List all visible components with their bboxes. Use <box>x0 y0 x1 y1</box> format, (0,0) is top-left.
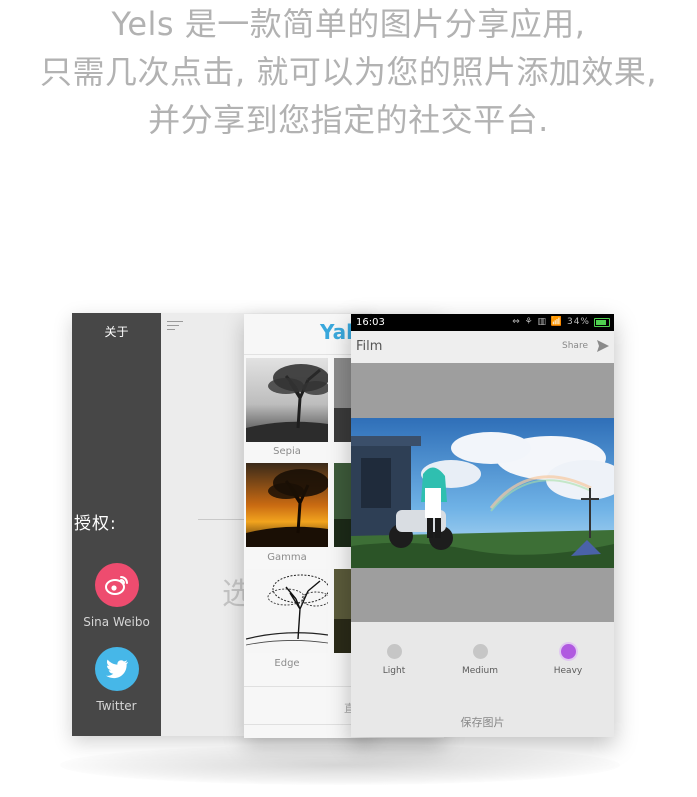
option-light[interactable]: Light <box>364 644 424 676</box>
option-heavy-dot-selected[interactable] <box>560 644 576 659</box>
film-title: Film <box>356 339 383 354</box>
status-bar: 16:03 ⇔ ⚘ ▥ 📶 34% <box>351 314 614 331</box>
option-heavy[interactable]: Heavy <box>538 644 598 676</box>
headline-line-1: Yels 是一款简单的图片分享应用, <box>111 5 586 43</box>
status-icons: ⇔ ⚘ ▥ 📶 34% <box>512 317 590 327</box>
headline: Yels 是一款简单的图片分享应用, 只需几次点击, 就可以为您的照片添加效果,… <box>0 0 697 144</box>
headline-line-3: 并分享到您指定的社交平台. <box>148 101 549 139</box>
intensity-options: Light Medium Heavy 保存图片 <box>351 622 614 737</box>
weibo-icon <box>94 563 139 607</box>
status-time: 16:03 <box>356 317 385 328</box>
app-brand: Yal <box>320 320 353 344</box>
floor-shadow <box>60 745 620 785</box>
twitter-label: Twitter <box>96 699 137 713</box>
option-medium[interactable]: Medium <box>450 644 510 676</box>
option-light-dot[interactable] <box>386 644 402 659</box>
option-medium-dot[interactable] <box>472 644 488 659</box>
sina-weibo-label: Sina Weibo <box>83 615 150 629</box>
edited-photo[interactable] <box>351 418 614 568</box>
battery-icon <box>594 318 610 327</box>
option-heavy-label: Heavy <box>553 666 583 676</box>
send-icon[interactable] <box>596 338 610 357</box>
filter-label-gamma: Gamma <box>267 552 307 563</box>
about-sidebar: 关于 授权: Sina Weibo Twitter <box>72 313 161 736</box>
film-screen: 16:03 ⇔ ⚘ ▥ 📶 34% Film Share Light Mediu… <box>351 314 614 737</box>
filter-thumb-gamma[interactable] <box>246 463 328 547</box>
save-image-button[interactable]: 保存图片 <box>351 714 614 730</box>
filter-label-edge: Edge <box>274 658 300 669</box>
about-title: 关于 <box>104 325 129 339</box>
twitter-icon <box>94 647 139 691</box>
option-light-label: Light <box>382 666 406 676</box>
sina-weibo-button[interactable]: Sina Weibo <box>72 563 161 629</box>
option-medium-label: Medium <box>462 666 498 676</box>
twitter-button[interactable]: Twitter <box>72 647 161 713</box>
filter-thumb-edge[interactable] <box>246 569 328 653</box>
share-button-label[interactable]: Share <box>562 341 588 351</box>
filter-thumb-sepia[interactable] <box>246 358 328 442</box>
filter-label-sepia: Sepia <box>273 446 301 457</box>
headline-line-2: 只需几次点击, 就可以为您的照片添加效果, <box>39 53 658 91</box>
auth-label: 授权: <box>74 514 117 534</box>
film-toolbar: Film Share <box>351 331 614 363</box>
menu-icon[interactable] <box>167 321 183 333</box>
